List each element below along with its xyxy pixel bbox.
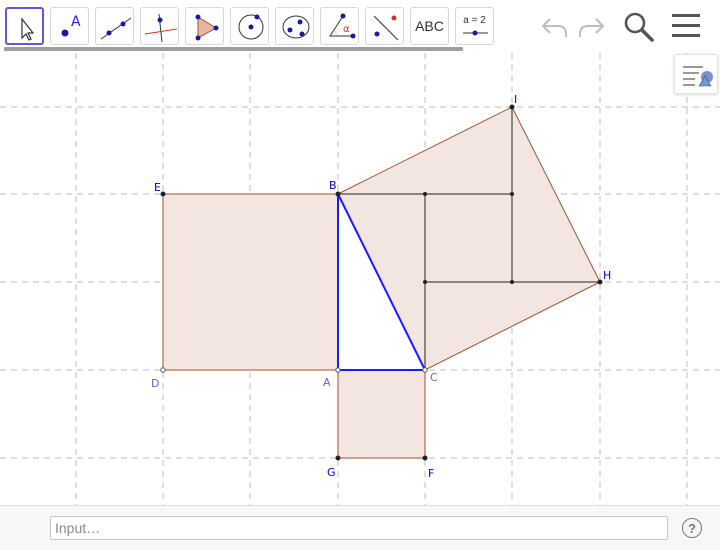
- menu-button[interactable]: [670, 10, 702, 47]
- toolbar: A α ABC a = 2: [0, 0, 720, 52]
- grid-node-3: [423, 280, 427, 284]
- help-button[interactable]: ?: [682, 518, 702, 538]
- label-i: I: [514, 93, 517, 106]
- redo-button[interactable]: [576, 10, 608, 47]
- polygon-tool-button[interactable]: [185, 7, 224, 45]
- label-b: B: [329, 179, 337, 192]
- slider-tool-button[interactable]: a = 2: [455, 7, 494, 45]
- toolbar-scroll-indicator: [4, 47, 463, 51]
- menu-icon: [672, 14, 700, 37]
- style-bar-toggle-icon: [683, 66, 713, 87]
- line-tool-button[interactable]: [95, 7, 134, 45]
- label-e: E: [154, 181, 161, 194]
- label-g: G: [327, 466, 336, 479]
- square-on-ab[interactable]: [162, 193, 339, 371]
- slider-icon: [463, 30, 488, 36]
- input-bar: ?: [0, 505, 720, 550]
- text-icon: ABC: [415, 18, 444, 34]
- search-button[interactable]: [622, 10, 656, 47]
- ellipse-tool-button[interactable]: [275, 7, 314, 45]
- text-tool-button[interactable]: ABC: [410, 7, 449, 45]
- label-a: A: [323, 376, 331, 389]
- point-d: [160, 367, 166, 373]
- grid-node-1: [423, 192, 427, 196]
- point-c: [422, 367, 428, 373]
- point-tool-button[interactable]: A: [50, 7, 89, 45]
- search-icon: [624, 12, 654, 42]
- point-b: [335, 191, 341, 197]
- undo-icon: [541, 18, 567, 37]
- geometry-drawing[interactable]: A B C D E F G H I: [0, 53, 720, 505]
- grid-node-2: [510, 192, 514, 196]
- point-a: [335, 367, 341, 373]
- point-f: [422, 455, 428, 461]
- point-tool-glyph: A: [71, 14, 81, 30]
- reflect-icon: [373, 15, 399, 41]
- reflect-tool-button[interactable]: [365, 7, 404, 45]
- circle-center-icon: [238, 14, 264, 40]
- polygon-icon: [195, 14, 219, 41]
- ellipse-icon: [282, 15, 310, 39]
- label-c: C: [430, 371, 438, 384]
- redo-icon: [579, 18, 605, 37]
- move-tool-button[interactable]: [5, 7, 44, 45]
- grid-node-4: [510, 280, 514, 284]
- point-e: [160, 191, 166, 197]
- label-f: F: [428, 467, 434, 480]
- square-on-ac[interactable]: [337, 369, 426, 459]
- algebra-input-field[interactable]: [50, 516, 668, 540]
- angle-tool-button[interactable]: α: [320, 7, 359, 45]
- undo-button[interactable]: [538, 10, 570, 47]
- point-g: [335, 455, 341, 461]
- angle-icon: α: [329, 13, 356, 39]
- line-icon: [100, 17, 132, 40]
- graphics-view[interactable]: A B C D E F G H I: [0, 53, 720, 505]
- perpendicular-line-tool-button[interactable]: [140, 7, 179, 45]
- label-h: H: [603, 269, 611, 282]
- style-bar-toggle-button[interactable]: [674, 54, 718, 94]
- point-icon: A: [61, 14, 81, 37]
- circle-tool-button[interactable]: [230, 7, 269, 45]
- label-d: D: [151, 377, 159, 390]
- point-h: [597, 279, 603, 285]
- angle-tool-glyph: α: [343, 24, 350, 35]
- perpendicular-line-icon: [144, 13, 178, 43]
- pointer-arrow-icon: [21, 17, 35, 41]
